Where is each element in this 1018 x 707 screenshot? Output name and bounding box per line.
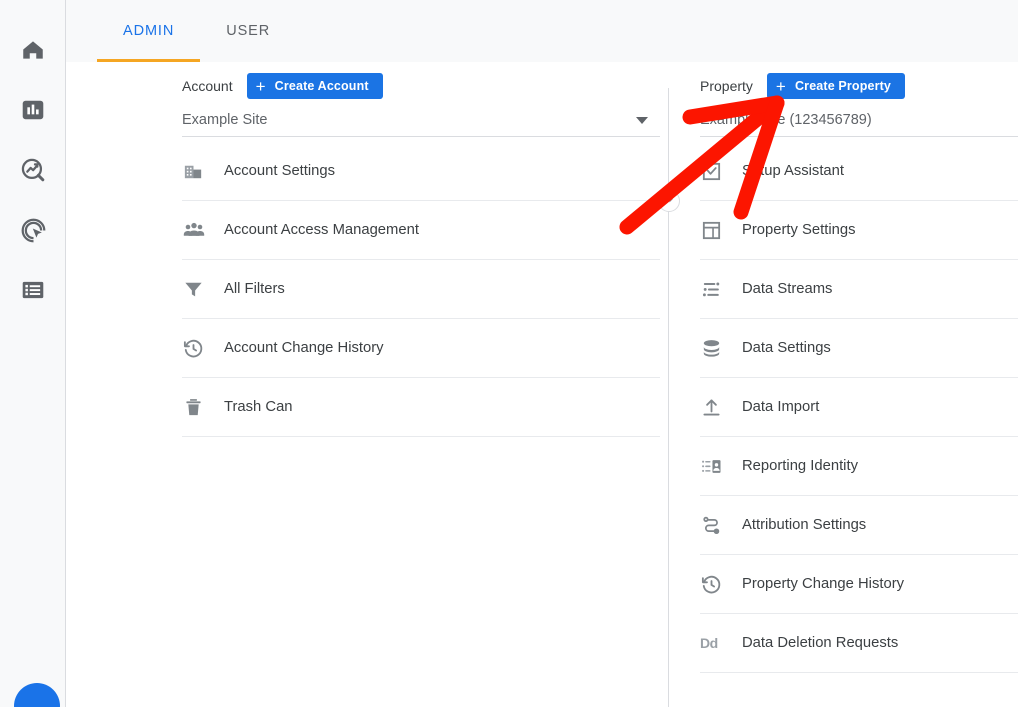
menu-item-account-access-management[interactable]: Account Access Management xyxy=(182,201,660,260)
nav-explore[interactable] xyxy=(0,140,66,200)
upload-icon xyxy=(700,396,742,419)
property-menu: Setup Assistant Property Settings Data S… xyxy=(700,142,1018,673)
reports-icon xyxy=(20,97,46,123)
menu-item-label: Property Settings xyxy=(742,222,856,238)
plus-icon: + xyxy=(255,76,266,96)
page-layout-icon xyxy=(700,219,742,242)
chevron-down-icon xyxy=(636,116,648,124)
explore-icon xyxy=(20,157,47,184)
menu-item-label: Reporting Identity xyxy=(742,458,858,474)
property-section-header: Property + Create Property xyxy=(700,62,1018,100)
menu-item-label: Account Settings xyxy=(224,163,336,179)
tab-user-label: USER xyxy=(226,23,271,39)
swap-columns-button[interactable] xyxy=(658,190,680,212)
menu-item-property-settings[interactable]: Property Settings xyxy=(700,201,1018,260)
account-section-label: Account xyxy=(182,78,233,94)
account-column: Account + Create Account Example Site Ac… xyxy=(97,62,668,707)
menu-item-label: Attribution Settings xyxy=(742,517,867,533)
create-account-button[interactable]: + Create Account xyxy=(246,73,383,99)
create-property-button[interactable]: + Create Property xyxy=(766,73,906,99)
menu-item-label: Data Streams xyxy=(742,281,833,297)
menu-item-label: Account Change History xyxy=(224,340,384,356)
people-group-icon xyxy=(182,218,224,242)
menu-item-label: Trash Can xyxy=(224,399,293,415)
menu-item-data-streams[interactable]: Data Streams xyxy=(700,260,1018,319)
property-column: Property + Create Property Example Site … xyxy=(668,62,1018,707)
menu-item-property-change-history[interactable]: Property Change History xyxy=(700,555,1018,614)
menu-item-label: Account Access Management xyxy=(224,222,419,238)
menu-item-label: Data Deletion Requests xyxy=(742,635,899,651)
menu-item-trash-can[interactable]: Trash Can xyxy=(182,378,660,437)
funnel-filter-icon xyxy=(182,278,224,301)
arrow-right-icon xyxy=(663,192,675,210)
admin-content-area: ADMIN USER Account + Create Account Exam… xyxy=(66,0,1018,707)
menu-item-label: Property Change History xyxy=(742,576,905,592)
menu-item-label: Data Import xyxy=(742,399,820,415)
property-selector-value: Example Site (123456789) xyxy=(700,112,872,128)
history-clock-icon xyxy=(182,337,224,360)
menu-item-setup-assistant[interactable]: Setup Assistant xyxy=(700,142,1018,201)
advertising-icon xyxy=(20,217,47,244)
menu-item-reporting-identity[interactable]: Reporting Identity xyxy=(700,437,1018,496)
tab-user[interactable]: USER xyxy=(200,0,296,62)
left-nav-rail xyxy=(0,0,66,707)
create-fab-button[interactable] xyxy=(14,683,60,707)
menu-item-account-settings[interactable]: Account Settings xyxy=(182,142,660,201)
admin-tabbar: ADMIN USER xyxy=(66,0,1018,62)
history-clock-icon xyxy=(700,573,742,596)
configure-icon xyxy=(20,277,46,303)
create-account-label: Create Account xyxy=(274,79,369,93)
menu-item-account-change-history[interactable]: Account Change History xyxy=(182,319,660,378)
attribution-path-icon xyxy=(700,514,742,537)
account-section-header: Account + Create Account xyxy=(182,62,668,100)
home-icon xyxy=(20,37,46,63)
tab-admin-label: ADMIN xyxy=(123,23,175,39)
nav-configure[interactable] xyxy=(0,260,66,320)
business-building-icon xyxy=(182,160,224,183)
trash-can-icon xyxy=(182,396,224,419)
data-streams-icon xyxy=(700,278,742,301)
property-selector[interactable]: Example Site (123456789) xyxy=(700,104,1018,137)
menu-item-label: Setup Assistant xyxy=(742,163,844,179)
tab-admin[interactable]: ADMIN xyxy=(97,0,201,62)
menu-item-data-import[interactable]: Data Import xyxy=(700,378,1018,437)
menu-item-all-filters[interactable]: All Filters xyxy=(182,260,660,319)
create-property-label: Create Property xyxy=(795,79,892,93)
plus-icon: + xyxy=(775,76,786,96)
admin-panel: Account + Create Account Example Site Ac… xyxy=(97,62,1018,707)
check-square-icon xyxy=(700,160,742,183)
reporting-identity-icon xyxy=(700,455,742,478)
property-section-label: Property xyxy=(700,78,753,94)
dd-text-icon: Dd xyxy=(700,635,718,651)
account-selector[interactable]: Example Site xyxy=(182,104,660,137)
menu-item-attribution-settings[interactable]: Attribution Settings xyxy=(700,496,1018,555)
menu-item-data-settings[interactable]: Data Settings xyxy=(700,319,1018,378)
account-menu: Account Settings Account Access Manageme… xyxy=(182,142,660,437)
nav-home[interactable] xyxy=(0,20,66,80)
menu-item-data-deletion-requests[interactable]: Dd Data Deletion Requests xyxy=(700,614,1018,673)
database-stack-icon xyxy=(700,337,742,360)
nav-reports[interactable] xyxy=(0,80,66,140)
nav-advertising[interactable] xyxy=(0,200,66,260)
menu-item-label: Data Settings xyxy=(742,340,831,356)
account-selector-value: Example Site xyxy=(182,112,268,128)
analytics-admin-screen: ADMIN USER Account + Create Account Exam… xyxy=(0,0,1018,707)
menu-item-label: All Filters xyxy=(224,281,285,297)
